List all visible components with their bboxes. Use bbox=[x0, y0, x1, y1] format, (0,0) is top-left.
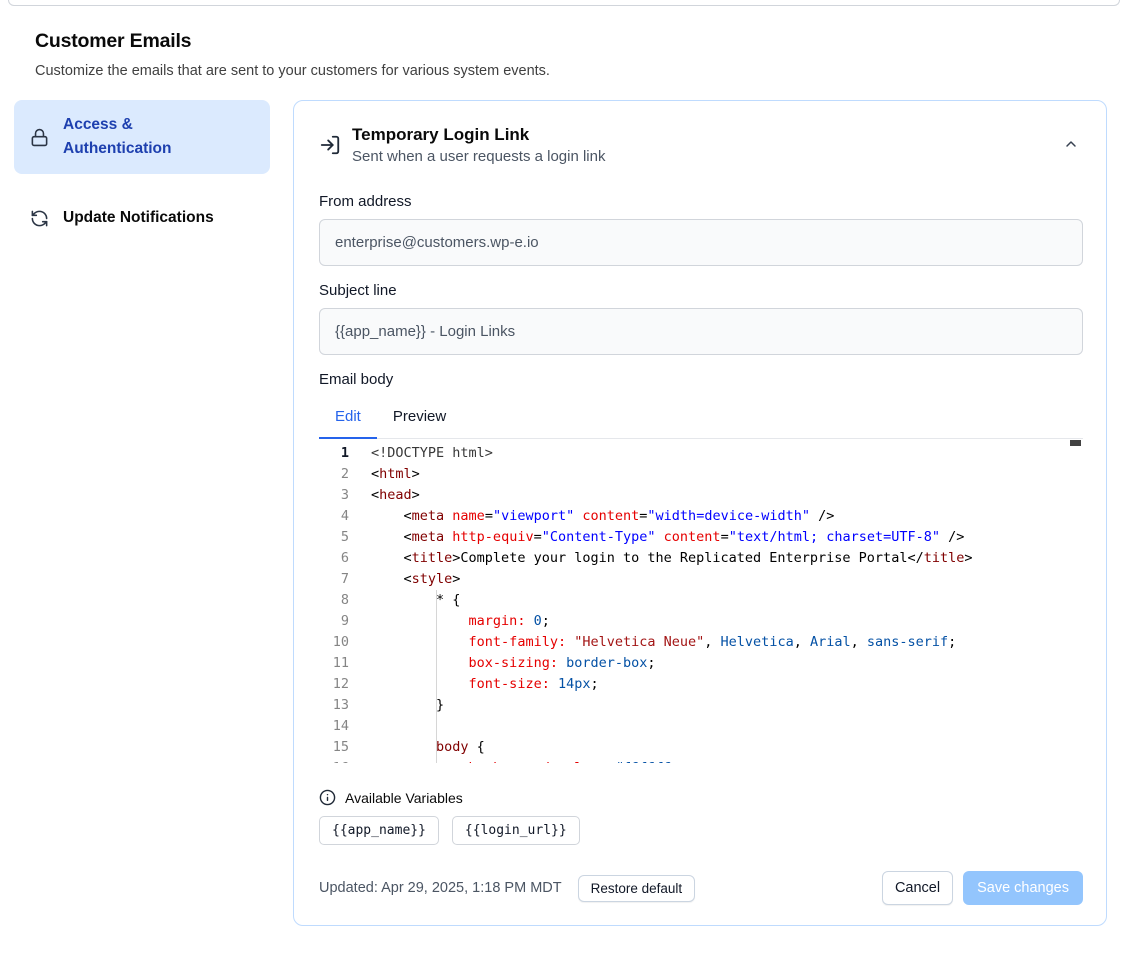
updated-timestamp: Updated: Apr 29, 2025, 1:18 PM MDT bbox=[319, 880, 562, 896]
line-number: 15 bbox=[319, 737, 349, 758]
code-line[interactable]: 5 <meta http-equiv="Content-Type" conten… bbox=[319, 527, 1083, 548]
from-address-input[interactable] bbox=[319, 219, 1083, 266]
code-line[interactable]: 8 * { bbox=[319, 590, 1083, 611]
subject-line-input[interactable] bbox=[319, 308, 1083, 355]
chevron-up-icon bbox=[1063, 136, 1079, 155]
code-line[interactable]: 12 font-size: 14px; bbox=[319, 674, 1083, 695]
cancel-button[interactable]: Cancel bbox=[882, 871, 953, 905]
refresh-icon bbox=[30, 209, 49, 228]
code-text: background-color: #f6f6f6; bbox=[349, 758, 680, 763]
line-number: 3 bbox=[319, 485, 349, 506]
code-line[interactable]: 1<!DOCTYPE html> bbox=[319, 443, 1083, 464]
temporary-login-link-card: Temporary Login Link Sent when a user re… bbox=[293, 100, 1107, 926]
code-text: <meta name="viewport" content="width=dev… bbox=[349, 506, 834, 527]
save-changes-button[interactable]: Save changes bbox=[963, 871, 1083, 905]
code-line[interactable]: 10 font-family: "Helvetica Neue", Helvet… bbox=[319, 632, 1083, 653]
indent-guide bbox=[436, 590, 437, 763]
collapse-section-button[interactable] bbox=[1059, 132, 1083, 159]
code-line[interactable]: 13 } bbox=[319, 695, 1083, 716]
line-number: 8 bbox=[319, 590, 349, 611]
line-number: 5 bbox=[319, 527, 349, 548]
code-text: <title>Complete your login to the Replic… bbox=[349, 548, 973, 569]
tab-preview[interactable]: Preview bbox=[377, 398, 462, 439]
code-text: font-size: 14px; bbox=[349, 674, 599, 695]
from-address-label: From address bbox=[319, 193, 1083, 210]
line-number: 11 bbox=[319, 653, 349, 674]
code-line[interactable]: 11 box-sizing: border-box; bbox=[319, 653, 1083, 674]
previous-card-bottom-edge bbox=[8, 0, 1120, 6]
variable-chip-app-name[interactable]: {{app_name}} bbox=[319, 816, 439, 845]
email-body-label: Email body bbox=[319, 371, 1083, 388]
editor-scrollbar-thumb[interactable] bbox=[1070, 440, 1081, 446]
line-number: 16 bbox=[319, 758, 349, 763]
info-icon bbox=[319, 789, 336, 806]
settings-layout: Access & Authentication Update Notificat… bbox=[0, 100, 1128, 926]
restore-default-button[interactable]: Restore default bbox=[578, 875, 696, 902]
code-text: font-family: "Helvetica Neue", Helvetica… bbox=[349, 632, 956, 653]
line-number: 2 bbox=[319, 464, 349, 485]
code-text: margin: 0; bbox=[349, 611, 550, 632]
sidebar-item-label: Access & Authentication bbox=[63, 113, 213, 161]
page-subtitle: Customize the emails that are sent to yo… bbox=[35, 63, 1093, 79]
card-header-text: Temporary Login Link Sent when a user re… bbox=[352, 125, 605, 165]
page-title: Customer Emails bbox=[35, 30, 1093, 53]
code-text: } bbox=[349, 695, 444, 716]
code-text: <meta http-equiv="Content-Type" content=… bbox=[349, 527, 964, 548]
code-text: <!DOCTYPE html> bbox=[349, 443, 493, 464]
line-number: 12 bbox=[319, 674, 349, 695]
code-text: <html> bbox=[349, 464, 420, 485]
code-line[interactable]: 4 <meta name="viewport" content="width=d… bbox=[319, 506, 1083, 527]
code-line[interactable]: 9 margin: 0; bbox=[319, 611, 1083, 632]
line-number: 6 bbox=[319, 548, 349, 569]
code-line[interactable]: 2<html> bbox=[319, 464, 1083, 485]
lock-icon bbox=[30, 128, 49, 147]
code-text bbox=[349, 716, 371, 737]
email-body-editor[interactable]: 1<!DOCTYPE html>2<html>3<head>4 <meta na… bbox=[319, 439, 1083, 763]
available-variables-label: Available Variables bbox=[345, 790, 463, 806]
code-line[interactable]: 14 bbox=[319, 716, 1083, 737]
line-number: 10 bbox=[319, 632, 349, 653]
variable-chips: {{app_name}} {{login_url}} bbox=[319, 816, 1083, 845]
code-text: box-sizing: border-box; bbox=[349, 653, 656, 674]
code-text: * { bbox=[349, 590, 460, 611]
card-title: Temporary Login Link bbox=[352, 125, 605, 145]
tab-edit[interactable]: Edit bbox=[319, 398, 377, 439]
line-number: 14 bbox=[319, 716, 349, 737]
sidebar-item-update-notifications[interactable]: Update Notifications bbox=[14, 193, 270, 243]
code-lines: 1<!DOCTYPE html>2<html>3<head>4 <meta na… bbox=[319, 443, 1083, 763]
settings-sidebar: Access & Authentication Update Notificat… bbox=[14, 100, 270, 243]
code-text: body { bbox=[349, 737, 485, 758]
editor-tabbar: Edit Preview bbox=[319, 398, 1083, 439]
code-text: <head> bbox=[349, 485, 420, 506]
line-number: 13 bbox=[319, 695, 349, 716]
code-line[interactable]: 15 body { bbox=[319, 737, 1083, 758]
line-number: 1 bbox=[319, 443, 349, 464]
code-text: <style> bbox=[349, 569, 460, 590]
card-footer: Updated: Apr 29, 2025, 1:18 PM MDT Resto… bbox=[319, 871, 1083, 905]
login-icon bbox=[319, 134, 341, 156]
sidebar-item-label: Update Notifications bbox=[63, 206, 214, 230]
card-subtitle: Sent when a user requests a login link bbox=[352, 148, 605, 165]
line-number: 7 bbox=[319, 569, 349, 590]
subject-line-label: Subject line bbox=[319, 282, 1083, 299]
card-header: Temporary Login Link Sent when a user re… bbox=[319, 125, 1083, 165]
available-variables-row: Available Variables bbox=[319, 789, 1083, 806]
sidebar-item-access-authentication[interactable]: Access & Authentication bbox=[14, 100, 270, 174]
line-number: 9 bbox=[319, 611, 349, 632]
line-number: 4 bbox=[319, 506, 349, 527]
code-line[interactable]: 16 background-color: #f6f6f6; bbox=[319, 758, 1083, 763]
code-line[interactable]: 7 <style> bbox=[319, 569, 1083, 590]
variable-chip-login-url[interactable]: {{login_url}} bbox=[452, 816, 580, 845]
code-line[interactable]: 6 <title>Complete your login to the Repl… bbox=[319, 548, 1083, 569]
code-line[interactable]: 3<head> bbox=[319, 485, 1083, 506]
